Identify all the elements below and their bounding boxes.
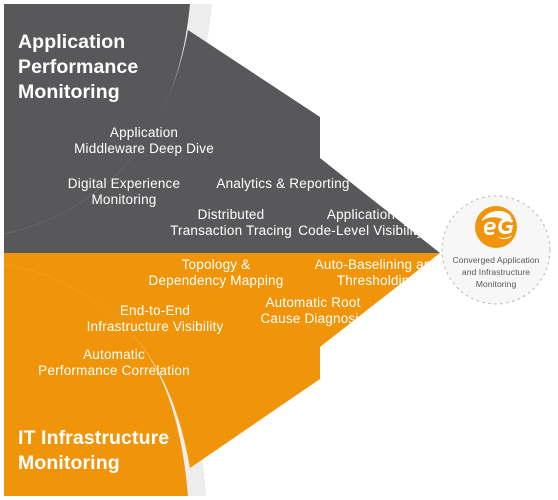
converged-monitoring-diagram bbox=[4, 4, 551, 496]
diagram-canvas: Application Performance Monitoring Appli… bbox=[0, 0, 558, 500]
